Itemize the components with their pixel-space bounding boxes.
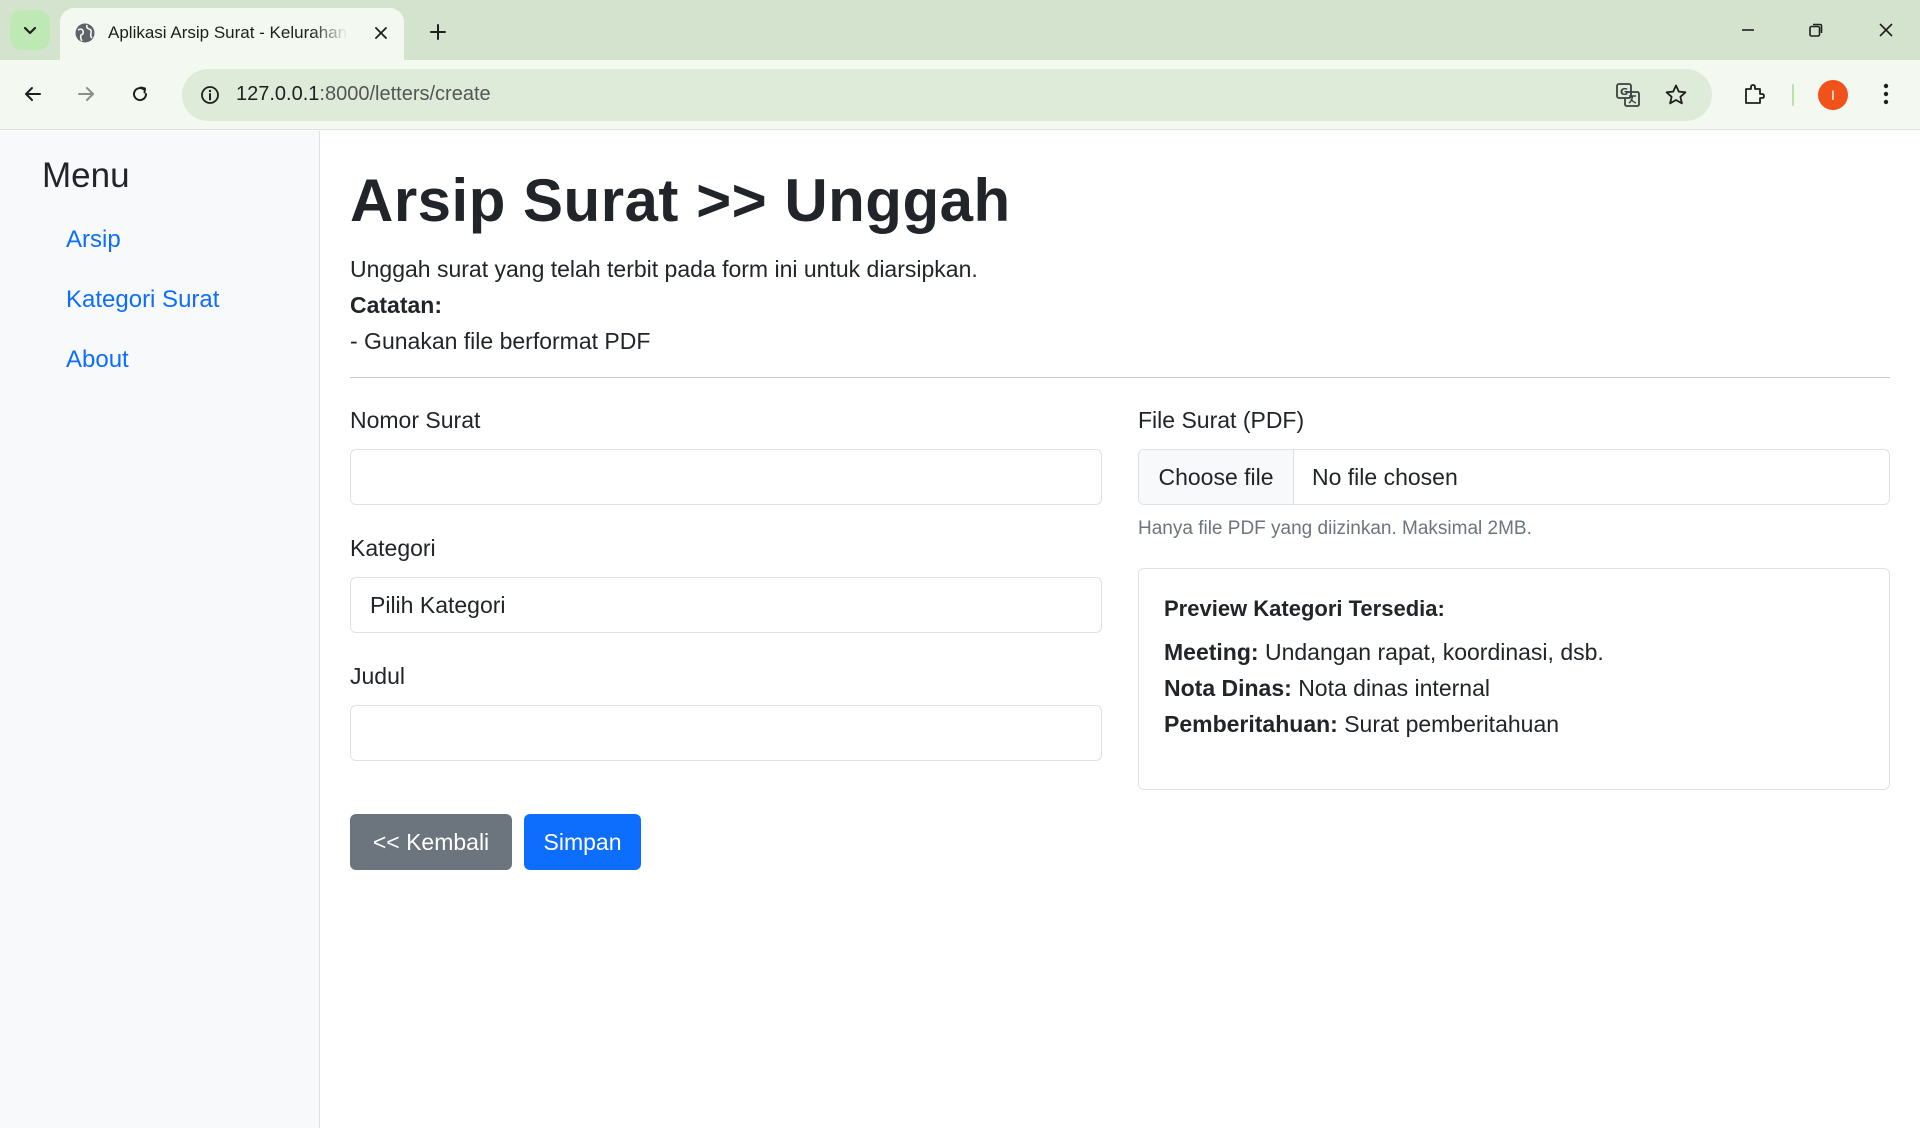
page-title: Arsip Surat >> Unggah bbox=[350, 167, 1011, 234]
choose-file-button[interactable]: Choose file bbox=[1139, 450, 1294, 504]
window-close-button[interactable] bbox=[1862, 10, 1910, 50]
file-surat-input[interactable]: Choose file No file chosen bbox=[1138, 449, 1890, 505]
preview-item-desc: Undangan rapat, koordinasi, dsb. bbox=[1264, 639, 1604, 665]
more-vert-icon bbox=[1883, 83, 1889, 105]
forward-button[interactable] bbox=[66, 74, 106, 114]
globe-icon bbox=[75, 23, 95, 43]
chevron-down-icon bbox=[23, 26, 37, 35]
browser-toolbar: 127.0.0.1:8000/letters/create G I bbox=[0, 60, 1920, 130]
close-icon bbox=[375, 27, 387, 39]
browser-tab-active[interactable]: Aplikasi Arsip Surat - Kelurahan bbox=[60, 8, 404, 60]
info-icon bbox=[201, 86, 219, 104]
address-bar[interactable]: 127.0.0.1:8000/letters/create G bbox=[182, 69, 1712, 121]
tab-title: Aplikasi Arsip Surat - Kelurahan bbox=[108, 23, 348, 42]
url-text: 127.0.0.1:8000/letters/create bbox=[236, 83, 491, 106]
url-host: 127.0.0.1 bbox=[236, 83, 320, 105]
main-content: Arsip Surat >> Unggah Unggah surat yang … bbox=[350, 131, 1890, 1128]
kategori-selected-value: Pilih Kategori bbox=[370, 592, 506, 618]
kategori-select[interactable]: Pilih Kategori bbox=[350, 577, 1102, 633]
toolbar-divider bbox=[1792, 84, 1794, 106]
restore-icon bbox=[1809, 23, 1823, 37]
page-description: Unggah surat yang telah terbit pada form… bbox=[350, 256, 978, 282]
new-tab-button[interactable] bbox=[420, 14, 456, 50]
extensions-button[interactable] bbox=[1734, 74, 1774, 114]
preview-item: Nota Dinas: Nota dinas internal bbox=[1164, 675, 1490, 702]
note-item: - Gunakan file berformat PDF bbox=[350, 328, 651, 354]
preview-item-desc: Surat pemberitahuan bbox=[1344, 711, 1560, 737]
svg-text:G: G bbox=[1620, 87, 1628, 98]
file-help-text: Hanya file PDF yang diizinkan. Maksimal … bbox=[1138, 518, 1532, 539]
tab-search-button[interactable] bbox=[10, 10, 50, 50]
file-surat-label: File Surat (PDF) bbox=[1138, 407, 1305, 433]
sidebar-item-arsip[interactable]: Arsip bbox=[66, 226, 121, 254]
minimize-icon bbox=[1742, 29, 1754, 31]
menu-title: Menu bbox=[42, 156, 130, 195]
tab-close-button[interactable] bbox=[368, 20, 394, 46]
sidebar-item-about[interactable]: About bbox=[66, 346, 129, 374]
page: Menu Arsip Kategori Surat About Arsip Su… bbox=[0, 131, 1920, 1128]
page-intro: Unggah surat yang telah terbit pada form… bbox=[350, 251, 978, 359]
profile-avatar[interactable]: I bbox=[1818, 80, 1848, 110]
preview-item-desc: Nota dinas internal bbox=[1298, 675, 1490, 701]
preview-item-name: Nota Dinas: bbox=[1164, 675, 1292, 701]
translate-button[interactable]: G bbox=[1610, 77, 1646, 113]
judul-input[interactable] bbox=[350, 705, 1102, 761]
preview-item-name: Meeting: bbox=[1164, 639, 1259, 665]
save-button[interactable]: Simpan bbox=[524, 814, 641, 870]
file-status-text: No file chosen bbox=[1312, 464, 1458, 490]
bookmark-button[interactable] bbox=[1658, 77, 1694, 113]
preview-title: Preview Kategori Tersedia: bbox=[1164, 596, 1445, 621]
arrow-right-icon bbox=[78, 87, 94, 101]
close-icon bbox=[1879, 23, 1893, 37]
back-button[interactable] bbox=[13, 74, 53, 114]
preview-kategori-card: Preview Kategori Tersedia: Meeting: Unda… bbox=[1138, 568, 1890, 790]
puzzle-icon bbox=[1745, 84, 1765, 104]
note-label: Catatan: bbox=[350, 292, 443, 318]
sidebar: Menu Arsip Kategori Surat About bbox=[0, 131, 320, 1128]
browser-menu-button[interactable] bbox=[1866, 74, 1906, 114]
preview-item-name: Pemberitahuan: bbox=[1164, 711, 1338, 737]
kategori-label: Kategori bbox=[350, 535, 436, 561]
preview-item: Meeting: Undangan rapat, koordinasi, dsb… bbox=[1164, 639, 1604, 666]
sidebar-item-kategori-surat[interactable]: Kategori Surat bbox=[66, 286, 219, 314]
star-icon bbox=[1665, 84, 1687, 105]
arrow-left-icon bbox=[25, 87, 41, 101]
preview-item: Pemberitahuan: Surat pemberitahuan bbox=[1164, 711, 1559, 738]
window-minimize-button[interactable] bbox=[1724, 10, 1772, 50]
reload-button[interactable] bbox=[120, 74, 160, 114]
back-button-kembali[interactable]: << Kembali bbox=[350, 814, 512, 870]
window-restore-button[interactable] bbox=[1792, 10, 1840, 50]
divider bbox=[350, 377, 1890, 378]
browser-tabstrip: Aplikasi Arsip Surat - Kelurahan bbox=[0, 0, 1920, 60]
plus-icon bbox=[430, 24, 446, 40]
url-path: :8000/letters/create bbox=[319, 83, 491, 105]
site-info-button[interactable] bbox=[192, 77, 228, 113]
judul-label: Judul bbox=[350, 663, 405, 689]
translate-icon: G bbox=[1616, 83, 1640, 107]
nomor-surat-label: Nomor Surat bbox=[350, 407, 481, 433]
reload-icon bbox=[133, 86, 148, 102]
nomor-surat-input[interactable] bbox=[350, 449, 1102, 505]
